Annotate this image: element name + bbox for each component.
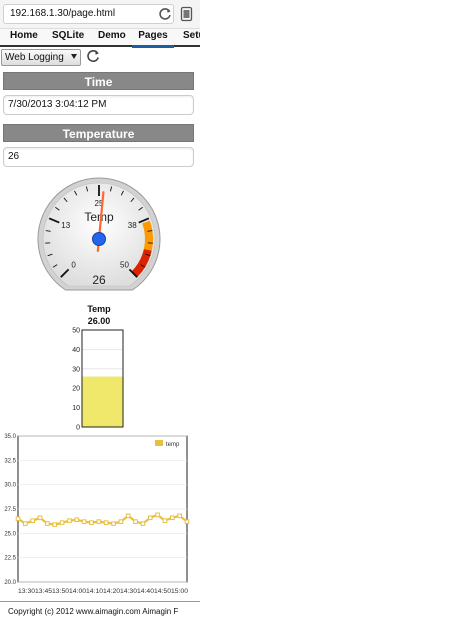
mode-select[interactable]: Web Logging xyxy=(1,49,81,66)
x-tick-labels: 13:3013:4513:5014:0014:1014:2014:3014:40… xyxy=(18,589,189,595)
url-field[interactable]: 192.168.1.30/page.html xyxy=(3,4,174,24)
series-point xyxy=(140,521,146,526)
reload-icon[interactable] xyxy=(157,6,173,22)
temperature-bar-gauge: Temp 26.00 50 40 30 20 10 0 xyxy=(72,304,124,431)
bar-tick-label: 10 xyxy=(72,405,80,412)
series-point xyxy=(125,513,131,519)
legend-swatch xyxy=(155,440,163,446)
bar-value-text: 26.00 xyxy=(88,316,111,326)
series-point xyxy=(155,512,160,518)
series-point xyxy=(103,520,109,525)
app-viewport: 192.168.1.30/page.html Home SQLite Demo … xyxy=(0,0,200,622)
y-tick-label: 30.0 xyxy=(4,483,16,489)
series-point xyxy=(15,516,21,522)
page-tab-strip: Home SQLite Demo Pages Setu xyxy=(0,29,200,48)
gauge-value-text: 26 xyxy=(92,273,106,287)
tab-home[interactable]: Home xyxy=(10,29,38,45)
series-point xyxy=(133,519,138,524)
mode-select-value: Web Logging xyxy=(5,52,64,63)
y-tick-label: 25.0 xyxy=(4,531,16,537)
bar-fill xyxy=(82,376,123,427)
gauge-tick-label: 38 xyxy=(128,221,137,230)
gauge-hub xyxy=(92,232,106,246)
gauge-tick-label: 50 xyxy=(120,260,129,269)
temperature-field[interactable]: 26 xyxy=(3,147,194,167)
series-point xyxy=(52,522,58,527)
series-point xyxy=(118,519,124,524)
series-point xyxy=(81,519,87,524)
series-point xyxy=(45,521,50,526)
temperature-line-chart: 35.0 32.5 30.0 27.5 25.0 22.5 20.0 13:30… xyxy=(4,434,190,595)
series-point xyxy=(96,519,102,524)
tab-pages[interactable]: Pages xyxy=(132,29,174,48)
chevron-down-icon xyxy=(71,54,77,59)
bar-title: Temp xyxy=(87,304,111,314)
time-field[interactable]: 7/30/2013 3:04:12 PM xyxy=(3,95,194,115)
series-point xyxy=(177,513,182,519)
series-point xyxy=(170,515,175,521)
refresh-icon[interactable] xyxy=(85,48,101,64)
bar-tick-label: 30 xyxy=(72,366,80,373)
bar-tick-label: 20 xyxy=(72,386,80,393)
series-point xyxy=(162,518,168,523)
gauge-label: Temp xyxy=(84,210,114,224)
bar-tick-label: 50 xyxy=(72,328,80,335)
series-point xyxy=(89,520,94,525)
y-tick-label: 35.0 xyxy=(4,434,16,440)
gauge-tick-label: 0 xyxy=(71,260,76,269)
browser-tabs-icon[interactable] xyxy=(180,6,193,22)
footer-text: Copyright (c) 2012 www.aimagin.com Aimag… xyxy=(8,607,179,616)
tab-sqlite[interactable]: SQLite xyxy=(52,29,84,45)
series-point xyxy=(147,515,153,521)
y-tick-label: 32.5 xyxy=(4,458,16,464)
series-point xyxy=(37,515,43,521)
footer: Copyright (c) 2012 www.aimagin.com Aimag… xyxy=(0,601,200,622)
series-point xyxy=(184,519,190,524)
browser-bar: 192.168.1.30/page.html xyxy=(0,0,200,29)
tab-setup[interactable]: Setu xyxy=(183,29,200,45)
y-tick-label: 20.0 xyxy=(4,580,16,586)
time-header: Time xyxy=(3,72,194,90)
legend-label: temp xyxy=(166,442,180,448)
bar-tick-label: 40 xyxy=(72,347,80,354)
series-point xyxy=(59,520,65,525)
y-tick-label: 22.5 xyxy=(4,556,16,562)
tab-demo[interactable]: Demo xyxy=(98,29,126,45)
series-point xyxy=(74,517,80,523)
temperature-gauge: 0 13 25 38 50 Temp 26 xyxy=(37,177,161,291)
temperature-header: Temperature xyxy=(3,124,194,142)
series-point xyxy=(67,518,72,523)
series-point xyxy=(111,521,116,526)
series-point xyxy=(30,518,35,523)
series-point xyxy=(23,521,28,526)
url-text: 192.168.1.30/page.html xyxy=(10,8,116,19)
y-tick-label: 27.5 xyxy=(4,507,16,513)
gauge-tick-label: 13 xyxy=(61,221,70,230)
